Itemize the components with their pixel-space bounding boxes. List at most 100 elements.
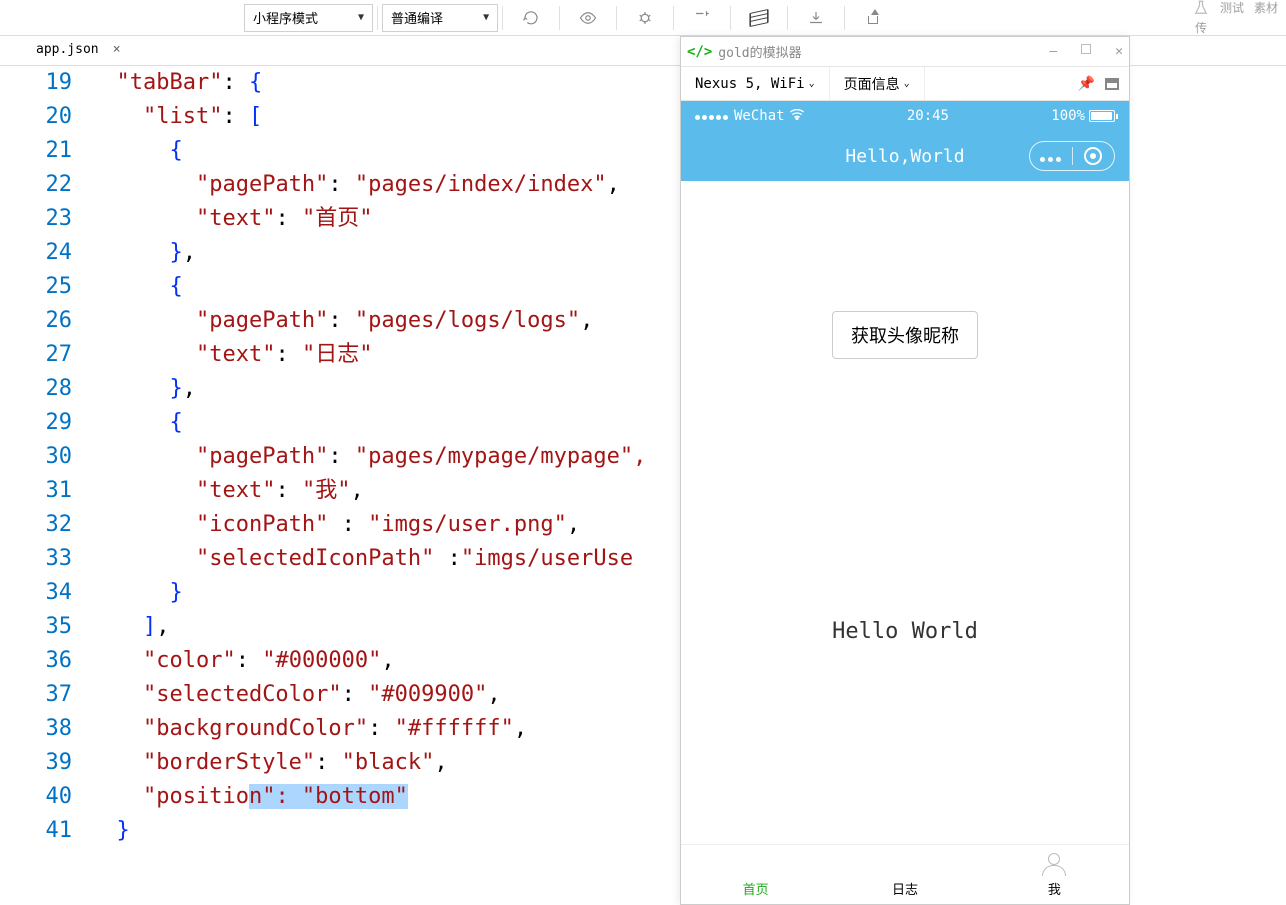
signal-icon [695, 108, 730, 124]
more-icon [1039, 146, 1063, 167]
upload-button[interactable] [849, 3, 897, 33]
preview-button[interactable] [564, 3, 612, 33]
flask-icon [1192, 0, 1210, 17]
simulator-title: gold的模拟器 [718, 42, 801, 61]
dock-icon[interactable] [1105, 78, 1119, 90]
minimize-button[interactable]: — [1049, 44, 1057, 59]
carrier-label: WeChat [734, 108, 785, 124]
line-number: 21 [0, 134, 90, 168]
close-button[interactable]: ✕ [1115, 44, 1123, 59]
line-number: 40 [0, 780, 90, 814]
download-icon [807, 9, 825, 27]
layers-icon [750, 11, 768, 25]
line-number: 19 [0, 66, 90, 100]
simulator-window: </> gold的模拟器 — ✕ Nexus 5, WiFi ⌄ 页面信息 ⌄ … [680, 36, 1130, 905]
line-number: 39 [0, 746, 90, 780]
line-number: 37 [0, 678, 90, 712]
capsule-menu[interactable] [1029, 141, 1115, 171]
capsule-close-button[interactable] [1073, 147, 1115, 165]
tabbar-item[interactable]: 首页 [681, 845, 830, 904]
tabbar-label: 我 [1048, 879, 1061, 898]
line-number: 31 [0, 474, 90, 508]
ide-toolbar: 小程序模式 ▼ 普通编译 ▼ 传 测试 素材 [0, 0, 1286, 36]
nav-bar: Hello,World [681, 131, 1129, 181]
toolbar-label-assets[interactable]: 素材 [1254, 0, 1278, 36]
pageinfo-dropdown[interactable]: 页面信息 ⌄ [830, 67, 925, 100]
status-bar: WeChat 20:45 100% [681, 101, 1129, 131]
close-icon[interactable]: × [113, 42, 121, 57]
pin-icon[interactable]: 📌 [1078, 76, 1095, 92]
wifi-icon [789, 108, 805, 124]
line-number: 26 [0, 304, 90, 338]
user-icon [1042, 853, 1066, 877]
get-avatar-button[interactable]: 获取头像昵称 [832, 311, 978, 359]
tab-bar: 首页 日志 我 [681, 844, 1129, 904]
compile-dropdown[interactable]: 普通编译 ▼ [382, 4, 498, 32]
phone-frame: WeChat 20:45 100% Hello,World 获取头像昵称 Hel… [681, 101, 1129, 904]
download-button[interactable] [792, 3, 840, 33]
battery-label: 100% [1051, 108, 1085, 124]
cut-button[interactable] [678, 3, 726, 33]
simulator-titlebar[interactable]: </> gold的模拟器 — ✕ [681, 37, 1129, 67]
file-tab-app-json[interactable]: app.json × [16, 35, 127, 65]
separator [502, 6, 503, 30]
chevron-down-icon: ⌄ [904, 78, 910, 89]
line-number: 25 [0, 270, 90, 304]
line-number: 27 [0, 338, 90, 372]
tabbar-item[interactable]: 我 [980, 845, 1129, 904]
separator [730, 6, 731, 30]
pageinfo-label: 页面信息 [844, 74, 900, 94]
line-number: 41 [0, 814, 90, 848]
toolbar-label-upload[interactable]: 传 [1192, 0, 1210, 36]
line-number: 34 [0, 576, 90, 610]
clock-label: 20:45 [907, 108, 949, 124]
separator [559, 6, 560, 30]
tab-icon [893, 853, 917, 877]
separator [844, 6, 845, 30]
nav-title: Hello,World [845, 146, 964, 167]
compile-dropdown-label: 普通编译 [391, 8, 443, 27]
toolbar-label-test[interactable]: 测试 [1220, 0, 1244, 36]
separator [616, 6, 617, 30]
separator [377, 6, 378, 30]
line-number: 28 [0, 372, 90, 406]
line-number: 30 [0, 440, 90, 474]
page-body: 获取头像昵称 Hello World 首页 日志 我 [681, 181, 1129, 904]
tabbar-label: 首页 [743, 879, 769, 898]
maximize-button[interactable] [1081, 44, 1091, 54]
tabbar-label: 日志 [892, 879, 918, 898]
tabbar-item[interactable]: 日志 [830, 845, 979, 904]
code-icon: </> [687, 44, 712, 60]
debug-button[interactable] [621, 3, 669, 33]
layers-button[interactable] [735, 3, 783, 33]
refresh-button[interactable] [507, 3, 555, 33]
chevron-down-icon: ▼ [483, 12, 489, 23]
line-number: 35 [0, 610, 90, 644]
line-number: 20 [0, 100, 90, 134]
battery-icon [1089, 110, 1115, 122]
line-number: 36 [0, 644, 90, 678]
device-dropdown[interactable]: Nexus 5, WiFi ⌄ [681, 67, 830, 100]
eye-icon [579, 9, 597, 27]
line-number: 24 [0, 236, 90, 270]
line-number: 23 [0, 202, 90, 236]
chevron-down-icon: ⌄ [809, 78, 815, 89]
line-number: 29 [0, 406, 90, 440]
upload-icon [865, 10, 881, 26]
simulator-toolbar: Nexus 5, WiFi ⌄ 页面信息 ⌄ 📌 [681, 67, 1129, 101]
refresh-icon [522, 9, 540, 27]
hello-text: Hello World [832, 619, 978, 644]
line-number: 32 [0, 508, 90, 542]
line-number: 22 [0, 168, 90, 202]
bug-icon [636, 9, 654, 27]
separator [673, 6, 674, 30]
chevron-down-icon: ▼ [358, 12, 364, 23]
line-number: 38 [0, 712, 90, 746]
capsule-more-button[interactable] [1030, 146, 1072, 167]
separator [787, 6, 788, 30]
mode-dropdown[interactable]: 小程序模式 ▼ [244, 4, 373, 32]
mode-dropdown-label: 小程序模式 [253, 8, 318, 27]
cut-icon [693, 9, 711, 27]
device-label: Nexus 5, WiFi [695, 76, 805, 92]
tab-icon [744, 853, 768, 877]
